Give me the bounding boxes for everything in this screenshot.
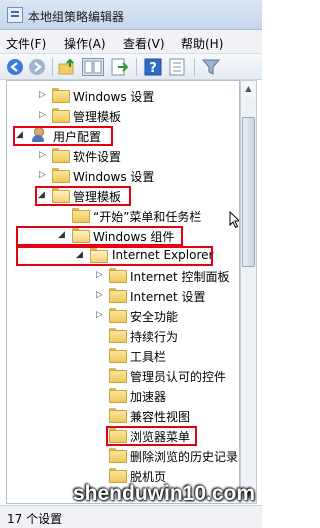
- folder-icon: [109, 408, 127, 423]
- expand-arrow-icon[interactable]: ▷: [39, 149, 46, 161]
- tree-item-security-features[interactable]: ▷ 安全功能: [7, 305, 239, 325]
- folder-icon: [109, 288, 127, 303]
- tree-item-label: 安全功能: [130, 310, 179, 324]
- expand-arrow-icon[interactable]: ▷: [39, 109, 46, 121]
- tree-item-label: 软件设置: [73, 150, 122, 164]
- menu-file[interactable]: 文件(F): [6, 35, 46, 52]
- toolbar-separator: [52, 58, 53, 76]
- folder-icon: [52, 108, 70, 123]
- tree-item-toolbars[interactable]: 工具栏: [7, 345, 239, 365]
- tree-item-label: 持续行为: [130, 330, 179, 344]
- tree-item-label: Windows 设置: [73, 170, 155, 184]
- folder-icon: [109, 328, 127, 343]
- tree-item-label: 删除浏览的历史记录: [130, 450, 239, 464]
- highlight-box-admin-templates: [35, 186, 131, 206]
- folder-icon: [52, 148, 70, 163]
- watermark: shenduwin10.com: [73, 482, 256, 505]
- folder-icon: [109, 308, 127, 323]
- tree-item-admin-approved-controls[interactable]: 管理员认可的控件: [7, 365, 239, 385]
- tree-item-accelerators[interactable]: 加速器: [7, 385, 239, 405]
- toolbar-separator: [194, 58, 195, 76]
- forward-arrow-icon[interactable]: [28, 58, 46, 76]
- vertical-scrollbar[interactable]: ▲ ▼: [240, 80, 257, 504]
- toolbar: ?: [0, 54, 262, 80]
- expand-arrow-icon[interactable]: ▷: [96, 309, 103, 321]
- help-icon[interactable]: ?: [144, 58, 162, 76]
- tree-item-label: Internet 控制面板: [130, 270, 230, 284]
- expand-arrow-icon[interactable]: ▷: [96, 269, 103, 281]
- tree-item-label: Windows 设置: [73, 90, 155, 104]
- back-arrow-icon[interactable]: [6, 58, 24, 76]
- expand-arrow-icon[interactable]: ▷: [96, 289, 103, 301]
- tree-item-label: Internet 设置: [130, 290, 206, 304]
- scroll-up-arrow-icon[interactable]: ▲: [241, 81, 256, 97]
- folder-icon: [72, 208, 90, 223]
- tree-item-software-settings[interactable]: ▷ 软件设置: [7, 145, 239, 165]
- folder-icon: [109, 468, 127, 483]
- folder-icon: [109, 368, 127, 383]
- tree-item-persistence-behavior[interactable]: 持续行为: [7, 325, 239, 345]
- tree-item-label: 管理员认可的控件: [130, 370, 227, 384]
- folder-icon: [109, 448, 127, 463]
- menu-view[interactable]: 查看(V): [123, 35, 165, 52]
- window-title: 本地组策略编辑器: [28, 10, 125, 24]
- policy-tree[interactable]: ▷ Windows 设置 ▷ 管理模板 ◢ 用户配置 ▷ 软件设置 ▷ Wind…: [6, 80, 240, 504]
- highlight-box-browser-menus: [106, 426, 197, 446]
- tree-item-user-windows-settings[interactable]: ▷ Windows 设置: [7, 165, 239, 185]
- export-list-icon[interactable]: [110, 58, 128, 76]
- expand-arrow-icon[interactable]: ▷: [39, 169, 46, 181]
- menu-help[interactable]: 帮助(H): [181, 35, 223, 52]
- folder-icon: [52, 88, 70, 103]
- tree-item-computer-windows-settings[interactable]: ▷ Windows 设置: [7, 85, 239, 105]
- highlight-box-internet-explorer: [16, 246, 213, 266]
- filter-icon[interactable]: [202, 58, 220, 76]
- folder-icon: [52, 168, 70, 183]
- menu-bar: 文件(F) 操作(A) 查看(V) 帮助(H): [0, 30, 262, 54]
- status-text: 17 个设置: [7, 512, 63, 526]
- status-bar: 17 个设置: [0, 505, 262, 528]
- tree-item-label: 加速器: [130, 390, 167, 404]
- tree-item-computer-admin-templates[interactable]: ▷ 管理模板: [7, 105, 239, 125]
- folder-icon: [109, 388, 127, 403]
- tree-item-compatibility-view[interactable]: 兼容性视图: [7, 405, 239, 425]
- tree-item-label: 兼容性视图: [130, 410, 191, 424]
- folder-icon: [109, 348, 127, 363]
- tree-item-internet-control-panel[interactable]: ▷ Internet 控制面板: [7, 265, 239, 285]
- title-bar: 本地组策略编辑器: [0, 0, 262, 30]
- properties-icon[interactable]: [168, 58, 186, 76]
- scrollbar-thumb[interactable]: [242, 117, 255, 267]
- mouse-cursor-icon: [229, 211, 239, 229]
- menu-action[interactable]: 操作(A): [64, 35, 106, 52]
- highlight-box-windows-components: [16, 226, 183, 246]
- svg-text:?: ?: [149, 61, 157, 76]
- show-hide-tree-icon[interactable]: [82, 58, 104, 76]
- toolbar-separator: [136, 58, 137, 76]
- app-icon: [7, 7, 23, 23]
- tree-item-internet-settings[interactable]: ▷ Internet 设置: [7, 285, 239, 305]
- tree-item-label: 工具栏: [130, 350, 167, 364]
- tree-item-label: “开始”菜单和任务栏: [93, 210, 202, 224]
- highlight-box-user-configuration: [13, 126, 113, 146]
- tree-item-start-menu-taskbar[interactable]: “开始”菜单和任务栏: [7, 205, 239, 225]
- tree-item-label: 管理模板: [73, 110, 122, 124]
- tree-item-delete-browsing-history[interactable]: 删除浏览的历史记录: [7, 445, 239, 465]
- expand-arrow-icon[interactable]: ▷: [39, 89, 46, 101]
- folder-icon: [109, 268, 127, 283]
- up-folder-icon[interactable]: [58, 58, 76, 76]
